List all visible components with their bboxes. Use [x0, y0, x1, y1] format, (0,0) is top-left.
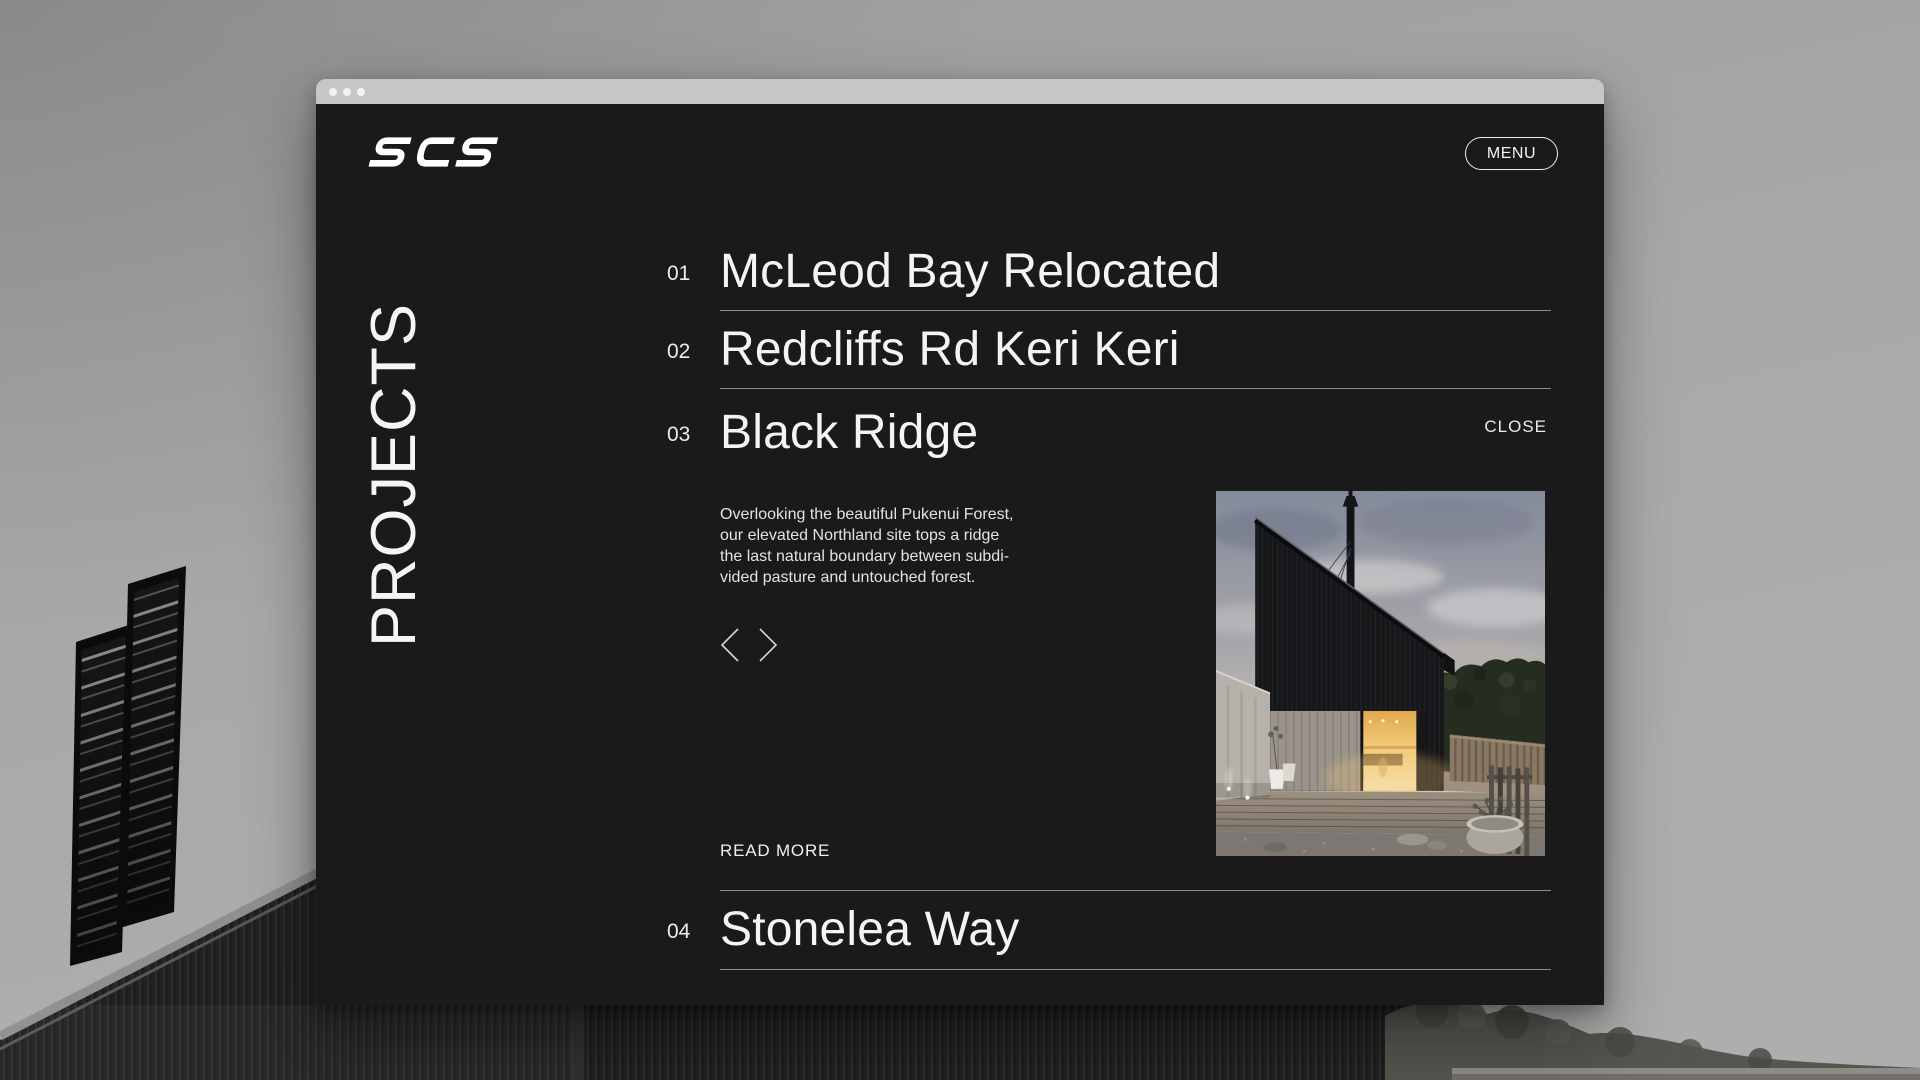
project-row-04[interactable]: 04 Stonelea Way — [720, 891, 1551, 970]
project-number: 01 — [667, 261, 690, 285]
project-number: 03 — [667, 423, 690, 447]
project-row-02[interactable]: 02 Redcliffs Rd Keri Keri — [720, 311, 1551, 389]
project-detail: Overlooking the beautiful Pukenui Forest… — [720, 477, 1551, 890]
browser-titlebar — [316, 79, 1604, 104]
read-more-button[interactable]: READ MORE — [720, 841, 830, 861]
window-dot-icon — [357, 88, 365, 96]
window-dot-icon — [329, 88, 337, 96]
chevron-left-icon — [718, 627, 742, 663]
prev-button[interactable] — [718, 627, 742, 663]
project-row-01[interactable]: 01 McLeod Bay Relocated — [720, 233, 1551, 311]
project-row-03-header[interactable]: 03 Black Ridge CLOSE — [720, 389, 1551, 477]
browser-window: MENU PROJECTS 01 McLeod Bay Relocated 02… — [316, 79, 1604, 1005]
scs-logo[interactable] — [354, 136, 500, 168]
project-list: 01 McLeod Bay Relocated 02 Redcliffs Rd … — [720, 233, 1551, 970]
project-number: 04 — [667, 920, 690, 944]
project-title: McLeod Bay Relocated — [720, 248, 1220, 296]
menu-button[interactable]: MENU — [1465, 137, 1558, 170]
projects-section-label: PROJECTS — [358, 255, 430, 647]
project-description: Overlooking the beautiful Pukenui Forest… — [720, 504, 1065, 588]
project-title: Black Ridge — [720, 409, 978, 457]
close-button[interactable]: CLOSE — [1484, 417, 1547, 437]
next-button[interactable] — [756, 627, 780, 663]
carousel-controls — [718, 627, 780, 663]
project-title: Redcliffs Rd Keri Keri — [720, 326, 1180, 374]
project-title: Stonelea Way — [720, 906, 1019, 954]
chevron-right-icon — [756, 627, 780, 663]
project-number: 02 — [667, 339, 690, 363]
project-photo — [1216, 491, 1545, 856]
project-row-03-expanded: 03 Black Ridge CLOSE Overlooking the bea… — [720, 389, 1551, 891]
window-dot-icon — [343, 88, 351, 96]
